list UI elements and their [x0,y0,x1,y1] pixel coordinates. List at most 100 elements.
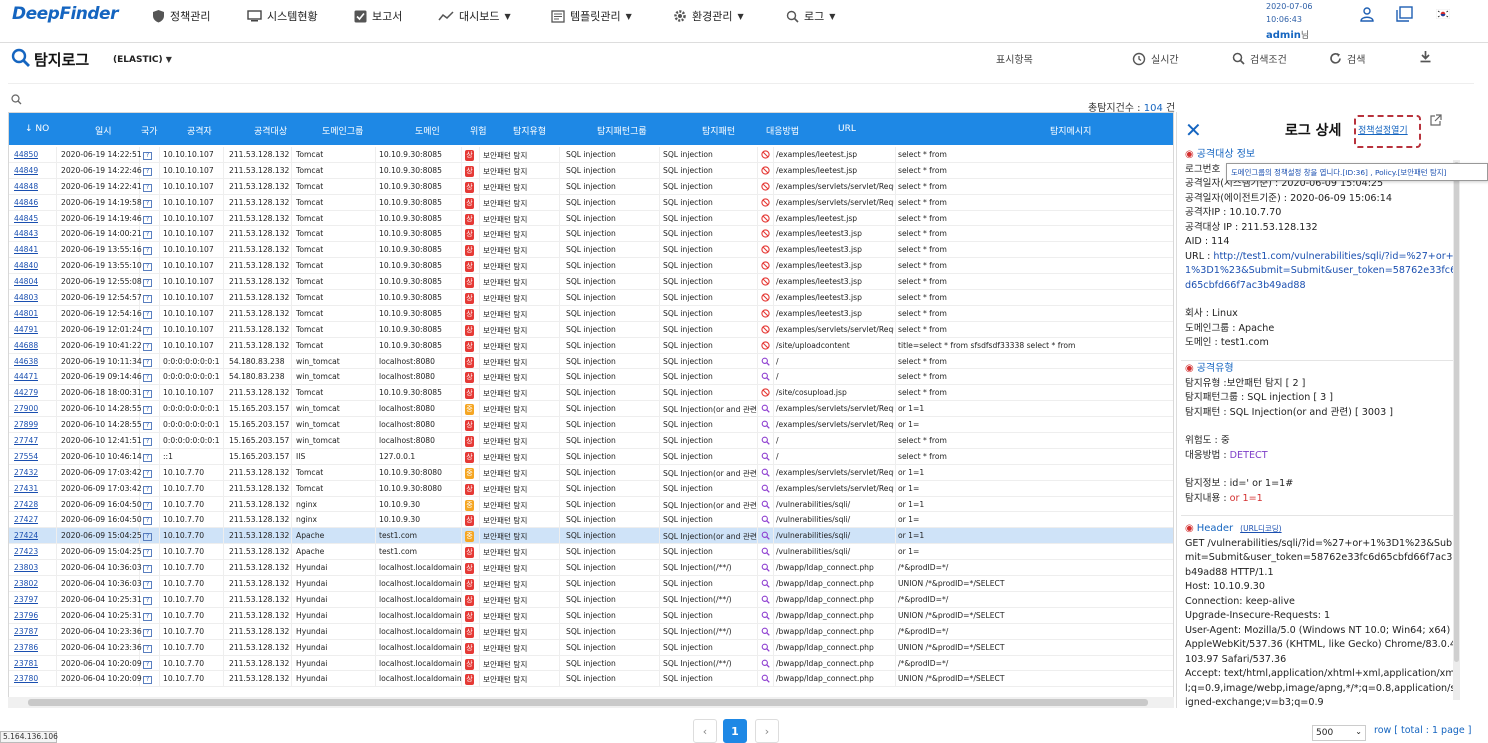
table-row[interactable]: 44840 2020-06-19 13:55:10? 10.10.10.107 211… [9,258,1173,275]
next-page-button[interactable]: › [755,719,779,743]
search-icon[interactable] [11,94,22,105]
row-no[interactable]: 44638 [14,357,38,366]
row-no[interactable]: 44845 [14,214,38,223]
table-row[interactable]: 44849 2020-06-19 14:22:46? 10.10.10.107 211… [9,162,1173,179]
col-pattern[interactable]: 탐지패턴 [702,124,735,137]
display-columns-button[interactable]: 표시항목 [996,51,1033,66]
row-no[interactable]: 44471 [14,372,38,381]
row-no[interactable]: 23786 [14,643,38,652]
horizontal-scrollbar[interactable] [8,697,1174,708]
row-no[interactable]: 27423 [14,547,38,556]
nav-policy[interactable]: 정책관리 [152,8,210,24]
nav-report[interactable]: 보고서 [354,8,402,24]
table-row[interactable]: 27427 2020-06-09 16:04:50? 10.10.7.70 211.5… [9,512,1173,529]
external-link-icon[interactable] [1429,114,1442,127]
col-risk[interactable]: 위험 [470,124,487,137]
rows-per-page-select[interactable]: 500 ⌄ [1312,725,1366,741]
table-row[interactable]: 44803 2020-06-19 12:54:57? 10.10.10.107 211… [9,290,1173,306]
table-row[interactable]: 27423 2020-06-09 15:04:25? 10.10.7.70 211.5… [9,544,1173,561]
user-name[interactable]: admin님 [1266,28,1309,41]
table-row[interactable]: 23803 2020-06-04 10:36:03? 10.10.7.70 211.5… [9,560,1173,577]
scrollbar-thumb[interactable] [1454,162,1459,662]
row-no[interactable]: 44840 [14,261,38,270]
row-no[interactable]: 23780 [14,674,38,683]
row-no[interactable]: 44803 [14,293,38,302]
row-no[interactable]: 44849 [14,166,38,175]
table-row[interactable]: 27432 2020-06-09 17:03:42? 10.10.7.70 211.5… [9,464,1173,481]
row-no[interactable]: 44843 [14,229,38,238]
row-no[interactable]: 44791 [14,325,38,334]
row-no[interactable]: 44688 [14,341,38,350]
table-row[interactable]: 44843 2020-06-19 14:00:21? 10.10.10.107 211… [9,226,1173,243]
table-row[interactable]: 27900 2020-06-10 14:28:55? 0:0:0:0:0:0:0:1… [9,401,1173,418]
row-no[interactable]: 23796 [14,611,38,620]
open-policy-link[interactable]: 정책설정열기 [1358,123,1408,136]
search-condition-button[interactable]: 검색조건 [1232,51,1287,66]
row-no[interactable]: 44846 [14,198,38,207]
table-row[interactable]: 27424 2020-06-09 15:04:25? 10.10.7.70 211.5… [9,528,1173,545]
search-button[interactable]: 검색 [1329,51,1365,66]
table-row[interactable]: 44638 2020-06-19 10:11:34? 0:0:0:0:0:0:0:1… [9,353,1173,370]
row-no[interactable]: 27427 [14,515,38,524]
row-no[interactable]: 23787 [14,627,38,636]
row-no[interactable]: 44279 [14,388,38,397]
col-message[interactable]: 탐지메시지 [1050,124,1091,137]
table-row[interactable]: 27899 2020-06-10 14:28:55? 0:0:0:0:0:0:0:1… [9,417,1173,434]
nav-system[interactable]: 시스템현황 [247,8,318,24]
col-url[interactable]: URL [838,124,856,134]
row-no[interactable]: 27432 [14,468,38,477]
table-row[interactable]: 44688 2020-06-19 10:41:22? 10.10.10.107 211… [9,337,1173,354]
table-row[interactable]: 44801 2020-06-19 12:54:16? 10.10.10.107 211… [9,305,1173,322]
nav-log[interactable]: 로그 ▼ [786,8,835,24]
table-row[interactable]: 27747 2020-06-10 12:41:51? 0:0:0:0:0:0:0:1… [9,433,1173,449]
row-no[interactable]: 44848 [14,182,38,191]
table-row[interactable]: 44804 2020-06-19 12:55:08? 10.10.10.107 211… [9,274,1173,291]
row-no[interactable]: 23802 [14,579,38,588]
attack-url-link[interactable]: http://test1.com/vulnerabilities/sqli/?i… [1185,251,1456,291]
row-no[interactable]: 27747 [14,436,38,445]
table-row[interactable]: 23780 2020-06-04 10:20:09? 10.10.7.70 211.5… [9,671,1173,688]
row-no[interactable]: 23781 [14,659,38,668]
nav-dashboard[interactable]: 대시보드 ▼ [438,8,511,24]
col-detect-type[interactable]: 탐지유형 [513,124,546,137]
table-row[interactable]: 44848 2020-06-19 14:22:41? 10.10.10.107 211… [9,178,1173,195]
row-no[interactable]: 27554 [14,452,38,461]
table-row[interactable]: 27428 2020-06-09 16:04:50? 10.10.7.70 211.5… [9,496,1173,513]
source-select[interactable]: (ELASTIC) ▼ [113,55,172,65]
table-row[interactable]: 44791 2020-06-19 12:01:24? 10.10.10.107 211… [9,321,1173,338]
table-row[interactable]: 44845 2020-06-19 14:19:46? 10.10.10.107 211… [9,210,1173,227]
url-decode-link[interactable]: (URL디코딩) [1240,522,1281,537]
table-row[interactable]: 23797 2020-06-04 10:25:31? 10.10.7.70 211.5… [9,591,1173,608]
row-no[interactable]: 27424 [14,531,38,540]
table-row[interactable]: 44279 2020-06-18 18:00:31? 10.10.10.107 211… [9,385,1173,402]
col-pattern-group[interactable]: 탐지패턴그룹 [597,124,647,137]
table-row[interactable]: 23781 2020-06-04 10:20:09? 10.10.7.70 211.5… [9,655,1173,672]
col-country[interactable]: 국가 [141,124,158,137]
panel-scrollbar[interactable] [1453,160,1460,700]
col-target[interactable]: 공격대상 [254,124,287,137]
table-row[interactable]: 23802 2020-06-04 10:36:03? 10.10.7.70 211.5… [9,576,1173,592]
row-no[interactable]: 23797 [14,595,38,604]
table-row[interactable]: 23787 2020-06-04 10:23:36? 10.10.7.70 211.5… [9,623,1173,640]
korea-flag-icon[interactable] [1436,9,1450,19]
close-icon[interactable]: ✕ [1185,118,1202,142]
table-row[interactable]: 44850 2020-06-19 14:22:51? 10.10.10.107 211… [9,147,1173,163]
col-attacker[interactable]: 공격자 [187,124,212,137]
col-response[interactable]: 대응방법 [766,124,799,137]
table-row[interactable]: 27554 2020-06-10 10:46:14?::1 15.165.203.1… [9,448,1173,465]
download-icon[interactable] [1419,50,1432,63]
row-no[interactable]: 27900 [14,404,38,413]
table-row[interactable]: 44841 2020-06-19 13:55:16? 10.10.10.107 211… [9,242,1173,259]
app-logo[interactable]: DeepFinder [12,4,118,24]
row-no[interactable]: 44801 [14,309,38,318]
window-icon[interactable] [1396,6,1413,22]
row-no[interactable]: 44850 [14,150,38,159]
col-domain[interactable]: 도메인 [415,124,440,137]
row-no[interactable]: 27899 [14,420,38,429]
table-row[interactable]: 23796 2020-06-04 10:25:31? 10.10.7.70 211.5… [9,607,1173,624]
user-icon[interactable] [1359,6,1375,22]
col-no[interactable]: ↓ NO [25,124,49,134]
row-no[interactable]: 44804 [14,277,38,286]
table-row[interactable]: 23786 2020-06-04 10:23:36? 10.10.7.70 211.5… [9,639,1173,656]
table-row[interactable]: 44471 2020-06-19 09:14:46? 0:0:0:0:0:0:0:1… [9,369,1173,386]
